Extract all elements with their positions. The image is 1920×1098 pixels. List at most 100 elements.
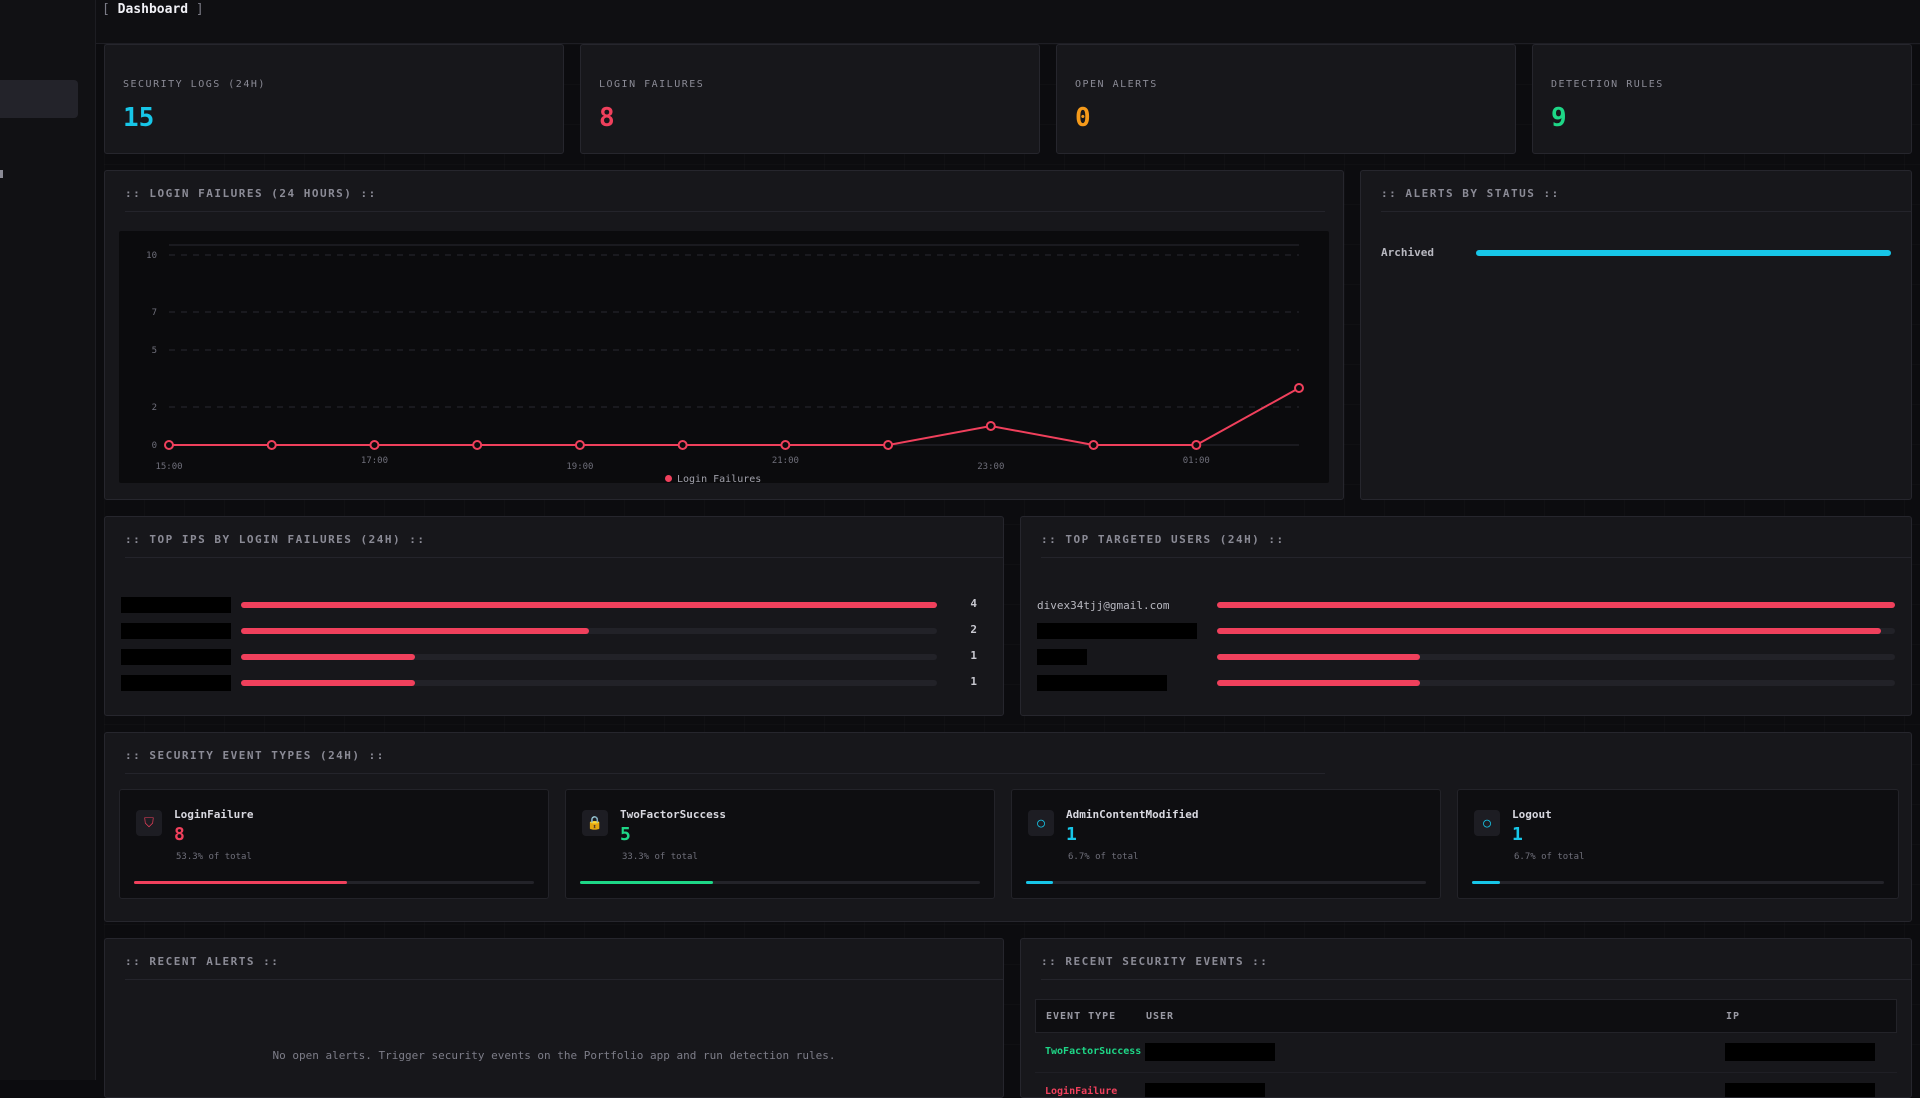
sidebar-item-active[interactable] xyxy=(0,80,78,118)
card-title: :: SECURITY EVENT TYPES (24H) :: xyxy=(125,749,385,762)
bar-fill xyxy=(241,654,415,660)
x-tick-label: 15:00 xyxy=(155,462,182,472)
event-type-card[interactable]: ⛉ LoginFailure 8 53.3% of total xyxy=(119,789,549,899)
user-bar-row xyxy=(1037,671,1895,697)
event-type-track xyxy=(1472,881,1884,884)
event-type-fill xyxy=(1026,881,1053,884)
redacted-ip xyxy=(1725,1043,1875,1061)
event-type-fill xyxy=(580,881,713,884)
bar-track xyxy=(241,654,937,660)
bar-fill xyxy=(241,680,415,686)
bar-count: 2 xyxy=(970,623,977,636)
data-point xyxy=(884,441,892,449)
breadcrumb-current[interactable]: Dashboard xyxy=(118,2,188,17)
y-tick-label: 10 xyxy=(146,251,157,261)
legend-label: Login Failures xyxy=(677,474,761,485)
alerts-by-status-card: :: ALERTS BY STATUS :: Archived xyxy=(1360,170,1912,500)
circle-icon: ○ xyxy=(1474,810,1500,836)
status-track xyxy=(1476,250,1891,256)
card-title: :: ALERTS BY STATUS :: xyxy=(1381,187,1560,200)
redacted-user xyxy=(1037,649,1087,665)
col-header-ip[interactable]: IP xyxy=(1726,1011,1740,1022)
card-title: :: TOP TARGETED USERS (24H) :: xyxy=(1041,533,1285,546)
redacted-user xyxy=(1037,675,1167,691)
event-type-count: 1 xyxy=(1066,824,1077,845)
card-title: :: TOP IPS BY LOGIN FAILURES (24H) :: xyxy=(125,533,426,546)
chart-legend: Login Failures xyxy=(665,474,761,485)
redacted-ip xyxy=(121,597,231,613)
ip-bar-row: 1 xyxy=(121,645,987,671)
event-type-name: LoginFailure xyxy=(174,808,253,821)
cell-event-type: TwoFactorSuccess xyxy=(1045,1046,1141,1057)
recent-alerts-card: :: RECENT ALERTS :: No open alerts. Trig… xyxy=(104,938,1004,1098)
stat-label: OPEN ALERTS xyxy=(1075,79,1158,90)
event-types-grid: ⛉ LoginFailure 8 53.3% of total 🔒 TwoFac… xyxy=(119,789,1897,899)
event-type-track xyxy=(1026,881,1426,884)
bar-track xyxy=(1217,654,1895,660)
ip-bar-row: 1 xyxy=(121,671,987,697)
y-tick-label: 0 xyxy=(152,441,157,451)
data-point xyxy=(1192,441,1200,449)
event-type-pct: 33.3% of total xyxy=(622,852,698,862)
lock-icon: 🔒 xyxy=(582,810,608,836)
col-header-user[interactable]: USER xyxy=(1146,1011,1174,1022)
login-failures-chart: 02571015:0017:0019:0021:0023:0001:0003:0… xyxy=(119,231,1329,483)
stat-card-security-logs: SECURITY LOGS (24H) 15 xyxy=(104,44,564,154)
redacted-user xyxy=(1145,1043,1275,1061)
col-header-event-type[interactable]: EVENT TYPE xyxy=(1046,1011,1116,1022)
stat-label: LOGIN FAILURES xyxy=(599,79,704,90)
x-tick-label: 23:00 xyxy=(977,462,1004,472)
redacted-user xyxy=(1037,623,1197,639)
x-tick-label: 17:00 xyxy=(361,456,388,466)
bar-track xyxy=(1217,602,1895,608)
stat-label: SECURITY LOGS (24H) xyxy=(123,79,266,90)
bar-fill xyxy=(1217,602,1895,608)
event-type-card[interactable]: ○ Logout 1 6.7% of total xyxy=(1457,789,1899,899)
empty-state-message: No open alerts. Trigger security events … xyxy=(105,1049,1003,1062)
bar-track xyxy=(1217,628,1895,634)
bar-fill xyxy=(241,602,937,608)
stat-card-detection-rules: DETECTION RULES 9 xyxy=(1532,44,1912,154)
stat-value: 15 xyxy=(123,103,154,133)
bar-track xyxy=(241,602,937,608)
user-bar-row: divex34tjj@gmail.com xyxy=(1037,593,1895,619)
y-tick-label: 7 xyxy=(152,308,157,318)
ip-bar-row: 2 xyxy=(121,619,987,645)
status-fill xyxy=(1476,250,1891,256)
recent-events-card: :: RECENT SECURITY EVENTS :: EVENT TYPE … xyxy=(1020,938,1912,1098)
user-bar-row xyxy=(1037,619,1895,645)
recent-events-table: EVENT TYPE USER IP TwoFactorSuccess Logi… xyxy=(1035,999,1897,1098)
event-type-card[interactable]: ○ AdminContentModified 1 6.7% of total xyxy=(1011,789,1441,899)
event-type-card[interactable]: 🔒 TwoFactorSuccess 5 33.3% of total xyxy=(565,789,995,899)
user-bar-row xyxy=(1037,645,1895,671)
y-tick-label: 5 xyxy=(152,346,157,356)
bar-fill xyxy=(1217,680,1420,686)
event-type-fill xyxy=(134,881,347,884)
event-type-pct: 6.7% of total xyxy=(1514,852,1584,862)
data-point xyxy=(165,441,173,449)
bar-fill xyxy=(1217,654,1420,660)
card-title: :: RECENT ALERTS :: xyxy=(125,955,279,968)
card-title: :: RECENT SECURITY EVENTS :: xyxy=(1041,955,1268,968)
table-row[interactable]: LoginFailure xyxy=(1035,1073,1897,1098)
app-root: [ Dashboard ] SECURITY LOGS (24H) 15 LOG… xyxy=(0,0,1920,1080)
bar-count: 4 xyxy=(970,597,977,610)
data-point xyxy=(473,441,481,449)
event-type-count: 8 xyxy=(174,824,185,845)
stat-value: 0 xyxy=(1075,103,1091,133)
top-bar: [ Dashboard ] xyxy=(96,0,1920,44)
sidebar-item[interactable] xyxy=(0,170,10,180)
stat-card-open-alerts: OPEN ALERTS 0 xyxy=(1056,44,1516,154)
x-tick-label: 19:00 xyxy=(566,462,593,472)
redacted-ip xyxy=(1725,1083,1875,1098)
stat-card-login-failures: LOGIN FAILURES 8 xyxy=(580,44,1040,154)
redacted-user xyxy=(1145,1083,1265,1098)
legend-swatch xyxy=(665,475,672,482)
top-users-bars: divex34tjj@gmail.com xyxy=(1037,593,1895,697)
top-users-card: :: TOP TARGETED USERS (24H) :: divex34tj… xyxy=(1020,516,1912,716)
table-row[interactable]: TwoFactorSuccess xyxy=(1035,1033,1897,1073)
redacted-ip xyxy=(121,623,231,639)
card-title: :: LOGIN FAILURES (24 HOURS) :: xyxy=(125,187,377,200)
stat-label: DETECTION RULES xyxy=(1551,79,1664,90)
event-type-fill xyxy=(1472,881,1500,884)
